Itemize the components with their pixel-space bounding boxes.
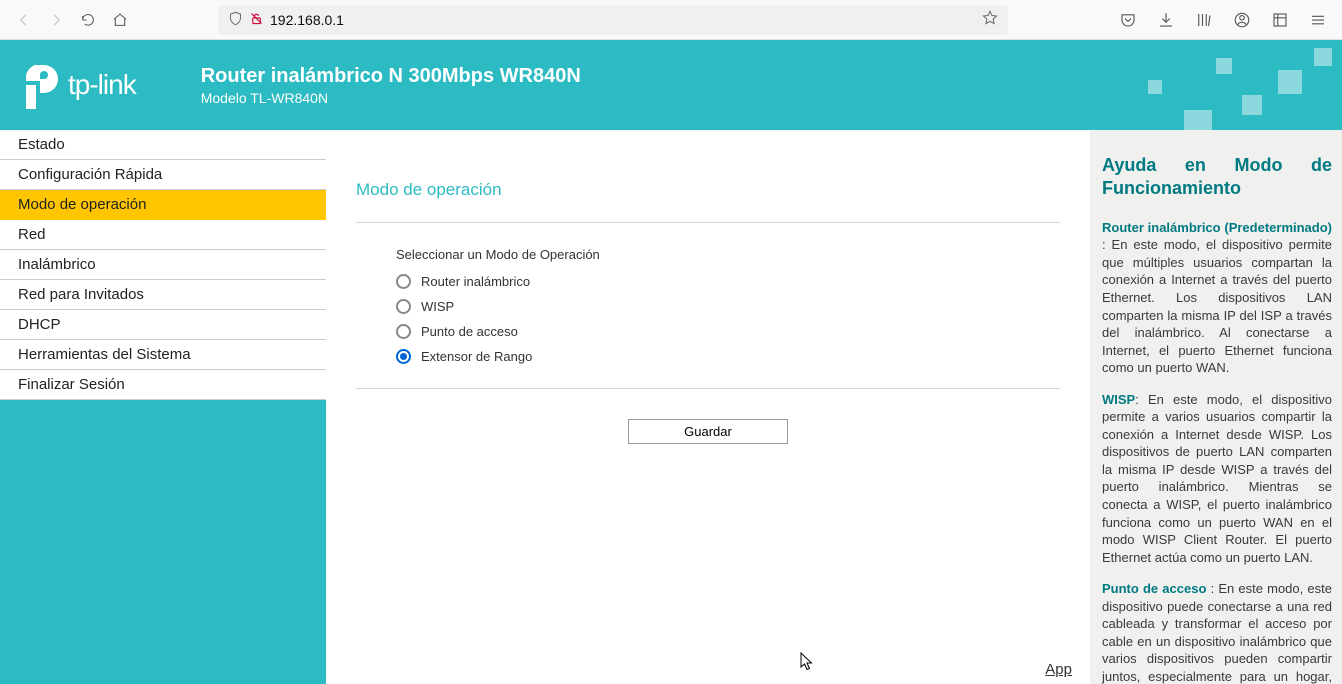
lock-insecure-icon — [249, 11, 264, 29]
sidebar-item[interactable]: Finalizar Sesión — [0, 370, 326, 400]
url-bar[interactable]: 192.168.0.1 — [218, 5, 1008, 35]
help-panel: Ayuda en Modo de Funcionamiento Router i… — [1090, 130, 1342, 684]
help-title: Ayuda en Modo de Funcionamiento — [1102, 154, 1332, 201]
sidebar: EstadoConfiguración RápidaModo de operac… — [0, 130, 326, 684]
sidebar-item[interactable]: Herramientas del Sistema — [0, 340, 326, 370]
mouse-cursor-icon — [800, 652, 816, 672]
extension-icon[interactable] — [1266, 6, 1294, 34]
sidebar-item[interactable]: Inalámbrico — [0, 250, 326, 280]
shield-icon — [228, 11, 243, 29]
sidebar-item[interactable]: Red — [0, 220, 326, 250]
library-icon[interactable] — [1190, 6, 1218, 34]
save-button[interactable]: Guardar — [628, 419, 788, 444]
help-paragraph: Router inalámbrico (Predeterminado) : En… — [1102, 219, 1332, 377]
pocket-icon[interactable] — [1114, 6, 1142, 34]
account-icon[interactable] — [1228, 6, 1256, 34]
brand-name: tp-link — [68, 69, 136, 101]
sidebar-item[interactable]: Modo de operación — [0, 190, 326, 220]
radio-icon — [396, 274, 411, 289]
page-title: Router inalámbrico N 300Mbps WR840N — [201, 65, 581, 88]
app-link[interactable]: App — [1045, 661, 1072, 678]
radio-option[interactable]: Router inalámbrico — [396, 274, 1060, 289]
sidebar-item[interactable]: Configuración Rápida — [0, 160, 326, 190]
home-button[interactable] — [106, 6, 134, 34]
sidebar-item[interactable]: DHCP — [0, 310, 326, 340]
help-paragraph: Punto de acceso : En este modo, este dis… — [1102, 580, 1332, 684]
radio-option[interactable]: Extensor de Rango — [396, 349, 1060, 364]
radio-icon — [396, 349, 411, 364]
page-subtitle: Modelo TL-WR840N — [201, 90, 581, 106]
radio-label: WISP — [421, 299, 454, 314]
banner-decoration — [1082, 40, 1342, 130]
radio-label: Router inalámbrico — [421, 274, 530, 289]
radio-icon — [396, 299, 411, 314]
radio-option[interactable]: WISP — [396, 299, 1060, 314]
radio-option[interactable]: Punto de acceso — [396, 324, 1060, 339]
tplink-logo-icon — [20, 65, 60, 105]
sidebar-item[interactable]: Estado — [0, 130, 326, 160]
radio-icon — [396, 324, 411, 339]
back-button[interactable] — [10, 6, 38, 34]
download-icon[interactable] — [1152, 6, 1180, 34]
sidebar-item[interactable]: Red para Invitados — [0, 280, 326, 310]
main-panel: Modo de operación Seleccionar un Modo de… — [326, 130, 1090, 684]
reload-button[interactable] — [74, 6, 102, 34]
url-text: 192.168.0.1 — [270, 12, 976, 28]
bookmark-star-icon[interactable] — [982, 10, 998, 29]
radio-label: Punto de acceso — [421, 324, 518, 339]
browser-toolbar: 192.168.0.1 — [0, 0, 1342, 40]
brand-logo: tp-link — [20, 65, 136, 105]
menu-icon[interactable] — [1304, 6, 1332, 34]
forward-button[interactable] — [42, 6, 70, 34]
form-label: Seleccionar un Modo de Operación — [396, 247, 1060, 262]
section-title: Modo de operación — [356, 180, 1060, 200]
help-paragraph: WISP: En este modo, el dispositivo permi… — [1102, 391, 1332, 566]
header-banner: tp-link Router inalámbrico N 300Mbps WR8… — [0, 40, 1342, 130]
radio-label: Extensor de Rango — [421, 349, 532, 364]
